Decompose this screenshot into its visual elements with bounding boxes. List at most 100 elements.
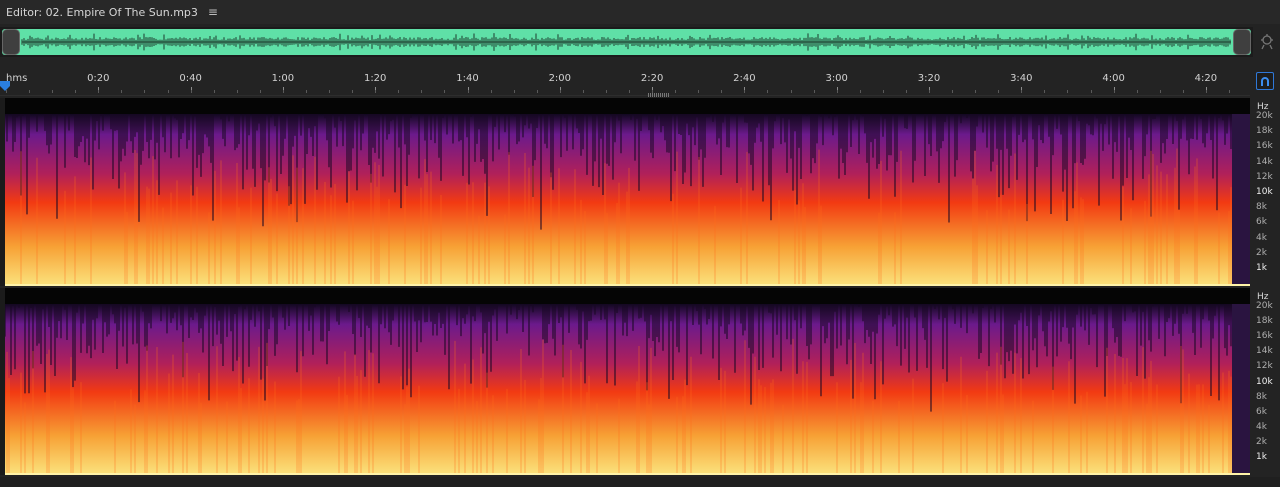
hz-tick-label: 8k	[1256, 391, 1267, 402]
time-minor-tick	[1159, 90, 1161, 93]
time-minor-tick	[929, 90, 930, 93]
time-minor-tick	[1113, 90, 1115, 93]
overview-waveform-graphic	[21, 33, 1231, 51]
time-minor-tick	[582, 90, 584, 93]
time-minor-tick	[536, 90, 538, 93]
time-minor-tick	[698, 90, 700, 93]
frequency-scale-right: Hz 20k 18k 16k 14k 12k 10k 8k 6k 4k 2k 1k	[1250, 288, 1280, 475]
time-minor-tick	[375, 90, 377, 93]
hz-tick-label: 2k	[1256, 436, 1267, 447]
hz-tick-label: 16k	[1256, 141, 1273, 152]
time-minor-tick	[952, 90, 954, 93]
overview-navigator[interactable]	[0, 27, 1253, 57]
hz-tick-label: 4k	[1256, 421, 1267, 432]
time-minor-tick	[29, 90, 31, 93]
spectral-channel-left[interactable]	[0, 98, 1250, 286]
time-tick-label: 2:40	[733, 73, 756, 84]
hz-tick-label: 8k	[1256, 202, 1267, 213]
time-minor-tick	[513, 90, 515, 93]
time-minor-tick	[467, 90, 469, 93]
hz-tick-label: 12k	[1256, 361, 1273, 372]
time-minor-tick	[675, 90, 677, 93]
time-tick-label: 0:40	[179, 73, 202, 84]
time-tick-label: 1:20	[363, 73, 387, 84]
overview-right-handle[interactable]	[1233, 29, 1251, 55]
time-minor-tick	[190, 90, 192, 93]
hz-tick-label: 18k	[1256, 126, 1273, 137]
channel-baseline	[5, 473, 1250, 475]
time-minor-tick	[1136, 90, 1138, 93]
time-minor-tick	[559, 90, 561, 93]
time-minor-tick	[444, 90, 446, 93]
time-minor-tick	[836, 90, 838, 93]
time-minor-tick	[52, 90, 54, 93]
time-minor-tick	[329, 90, 331, 93]
time-tick-label: 2:20	[640, 73, 664, 84]
time-minor-tick	[236, 90, 238, 93]
overview-waveform[interactable]	[2, 29, 1251, 55]
spectrogram-right	[5, 304, 1250, 473]
time-minor-tick	[975, 90, 977, 93]
time-minor-tick	[882, 90, 884, 93]
hz-tick-label: 10k	[1256, 187, 1273, 197]
time-minor-tick	[98, 90, 100, 93]
hz-tick-label: 6k	[1256, 406, 1267, 417]
time-tick-label: 4:00	[1102, 73, 1125, 84]
hz-tick-label: 12k	[1256, 171, 1273, 182]
time-minor-tick	[167, 90, 169, 93]
hamburger-menu-icon[interactable]: ≡	[208, 5, 218, 19]
time-minor-tick	[744, 90, 746, 93]
spectrogram-tail	[1232, 114, 1250, 284]
time-minor-tick	[767, 90, 769, 93]
hz-tick-label: 16k	[1256, 331, 1273, 342]
playhead-marker-icon[interactable]	[0, 81, 10, 91]
time-minor-tick	[721, 90, 723, 93]
time-minor-tick	[75, 90, 77, 93]
time-minor-tick	[398, 90, 400, 93]
time-tick-label: 4:20	[1194, 73, 1218, 84]
time-tick-label: 1:00	[271, 73, 295, 84]
time-minor-tick	[1205, 90, 1207, 93]
time-minor-tick	[859, 90, 861, 93]
time-tick-label: 2:00	[548, 73, 572, 84]
spectrogram-left	[5, 114, 1250, 284]
hz-tick-label: 1k	[1256, 263, 1267, 273]
time-minor-tick	[421, 90, 423, 93]
time-tick-label: 0:20	[87, 73, 110, 84]
overview-left-handle[interactable]	[2, 29, 20, 55]
spectrogram-tail	[1232, 304, 1250, 473]
time-minor-tick	[144, 90, 146, 93]
time-minor-tick	[813, 90, 815, 93]
time-minor-tick	[1021, 90, 1023, 93]
frequency-scale-left: Hz 20k 18k 16k 14k 12k 10k 8k 6k 4k 2k 1k	[1250, 98, 1280, 286]
spectral-channel-right[interactable]	[0, 288, 1250, 475]
zoom-navigator-icon[interactable]	[1258, 33, 1276, 51]
time-minor-tick	[213, 90, 215, 93]
time-minor-tick	[629, 90, 631, 93]
time-minor-tick	[352, 90, 354, 93]
editor-bottom-bar	[0, 477, 1280, 487]
time-minor-tick	[1044, 90, 1046, 93]
time-tick-label: 3:20	[917, 73, 941, 84]
hz-tick-label: 14k	[1256, 346, 1273, 357]
hz-tick-label: 6k	[1256, 217, 1267, 228]
channel-baseline	[5, 284, 1250, 286]
time-minor-tick	[790, 90, 792, 93]
time-minor-tick	[259, 90, 261, 93]
hz-tick-label: 2k	[1256, 247, 1267, 258]
editor-title: Editor: 02. Empire Of The Sun.mp3	[6, 5, 198, 19]
hz-tick-label: 4k	[1256, 232, 1267, 243]
time-ruler[interactable]: hms 0:20 0:40 1:00 1:20 1:40 2:00 2:20 2:40 3:00…	[0, 66, 1250, 96]
hz-tick-label: 20k	[1256, 301, 1273, 311]
snap-toggle-button[interactable]	[1256, 72, 1274, 90]
magnet-snap-icon	[1261, 77, 1269, 86]
hz-tick-label: 20k	[1256, 111, 1273, 121]
panel-resize-grip[interactable]	[648, 93, 670, 97]
hz-tick-label: 1k	[1256, 452, 1267, 462]
hz-tick-label: 18k	[1256, 316, 1273, 327]
time-minor-tick	[305, 90, 307, 93]
time-minor-tick	[1090, 90, 1092, 93]
time-minor-tick	[490, 90, 492, 93]
time-minor-tick	[998, 90, 1000, 93]
time-minor-tick	[121, 90, 123, 93]
